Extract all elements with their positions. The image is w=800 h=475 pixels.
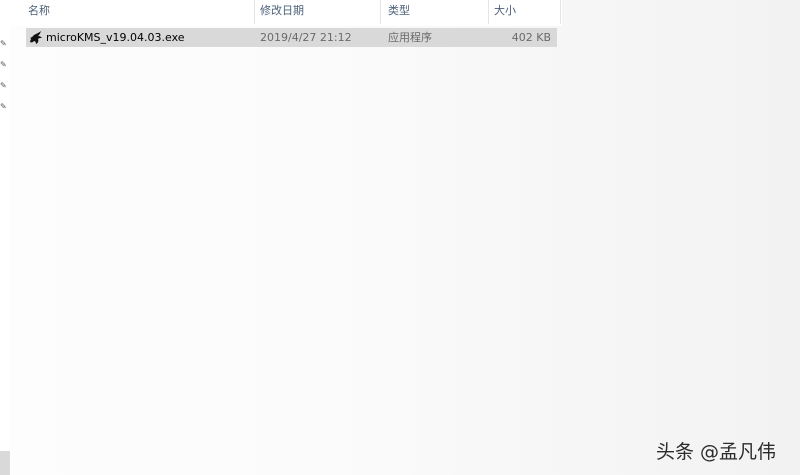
column-header-bar: ^ 名称 修改日期 类型 大小 — [10, 0, 562, 26]
file-modified-date: 2019/4/27 21:12 — [260, 31, 352, 44]
pin-icon[interactable]: ✎ — [0, 82, 8, 90]
file-type: 应用程序 — [388, 31, 432, 44]
file-list-area — [10, 0, 800, 475]
dragon-app-icon — [30, 31, 42, 44]
column-header-date[interactable]: 修改日期 — [252, 0, 380, 24]
column-header-type[interactable]: 类型 — [380, 0, 486, 24]
watermark: 头条 @孟凡伟 — [656, 441, 777, 463]
file-row[interactable]: microKMS_v19.04.03.exe 2019/4/27 21:12 应… — [26, 28, 557, 47]
navigation-pane-scroll[interactable] — [0, 451, 10, 475]
pin-icon[interactable]: ✎ — [0, 103, 8, 111]
file-size: 402 KB — [511, 31, 551, 44]
pin-icon[interactable]: ✎ — [0, 40, 8, 48]
column-header-size[interactable]: 大小 — [486, 0, 558, 24]
pin-icon[interactable]: ✎ — [0, 61, 8, 69]
file-name: microKMS_v19.04.03.exe — [46, 31, 185, 44]
navigation-pane: ✎ ✎ ✎ ✎ — [0, 0, 10, 475]
column-header-name[interactable]: 名称 — [20, 0, 264, 24]
column-divider[interactable] — [560, 0, 561, 24]
